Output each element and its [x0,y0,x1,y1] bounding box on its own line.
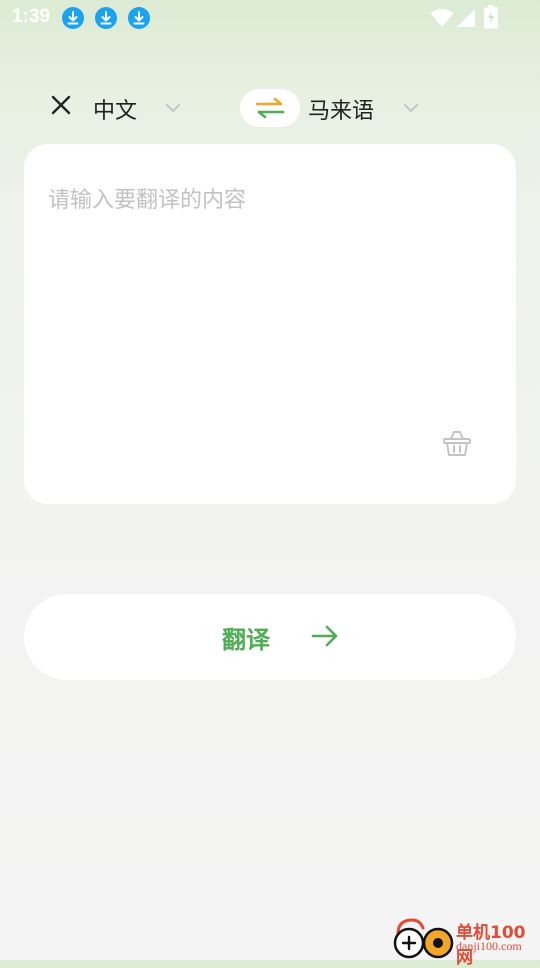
clear-input-button[interactable] [441,427,473,459]
input-card [24,144,516,504]
translation-input[interactable] [46,180,490,424]
source-language-selector[interactable]: 中文 [93,93,137,125]
target-language-selector[interactable]: 马来语 [308,93,374,125]
swap-language-button[interactable] [240,89,300,127]
chevron-down-icon[interactable] [164,99,182,118]
language-bar: 中文 马来语 [0,80,540,136]
translate-button[interactable]: 翻译 [24,594,516,680]
watermark: 单机100网 danji100.com [392,916,540,968]
watermark-url: danji100.com [456,939,522,953]
chevron-down-icon[interactable] [402,99,420,118]
swap-arrows-icon [255,97,285,119]
signal-icon [456,8,476,32]
status-time: 1:39 [12,6,51,27]
download-icon [128,7,150,29]
download-icon [62,7,84,29]
close-icon [51,95,71,115]
download-icon [95,7,117,29]
watermark-logo-icon [393,918,454,959]
basket-clear-icon [443,431,471,456]
translate-button-label: 翻译 [222,626,270,654]
status-bar: 1:39 [0,0,540,36]
close-button[interactable] [44,88,78,122]
arrow-right-icon [310,623,340,653]
battery-charging-icon [484,5,498,33]
wifi-icon [430,8,454,32]
